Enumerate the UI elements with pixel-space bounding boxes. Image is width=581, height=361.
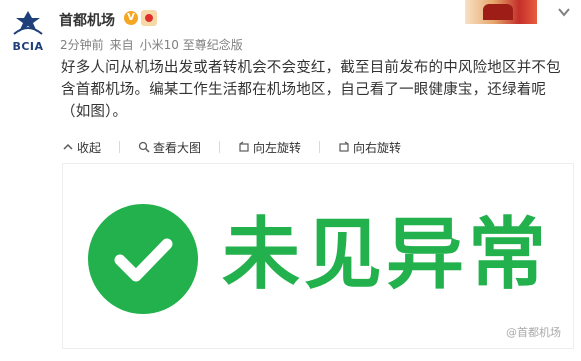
post-meta: 2分钟前 来自 小米10 至尊纪念版 [60, 36, 249, 53]
post-source[interactable]: 小米10 至尊纪念版 [140, 38, 243, 52]
avatar[interactable]: BCIA [6, 8, 50, 53]
image-toolbar: 收起 查看大图 向左旋转 向右旋转 [62, 136, 574, 158]
collapse-label: 收起 [77, 140, 102, 155]
post-text: 好多人问从机场出发或者转机会不会变红，截至目前发布的中风险地区并不包含首都机场。… [61, 60, 561, 120]
image-watermark: @首都机场 [506, 326, 561, 339]
check-circle-icon [88, 204, 198, 314]
verified-icon: V [124, 11, 138, 25]
rotate-left-label: 向左旋转 [253, 140, 302, 155]
magnify-icon [138, 141, 150, 153]
post-image[interactable]: 未见异常 @首都机场 [62, 163, 574, 349]
view-large-button[interactable]: 查看大图 [138, 139, 201, 156]
collapse-button[interactable]: 收起 [62, 139, 101, 156]
post-source-prefix: 来自 [109, 38, 134, 52]
username[interactable]: 首都机场 [59, 10, 115, 30]
rotate-left-icon [238, 141, 250, 153]
chevron-down-icon[interactable] [557, 4, 571, 18]
rotate-left-button[interactable]: 向左旋转 [238, 139, 301, 156]
post-time[interactable]: 2分钟前 [60, 38, 104, 52]
toolbar-divider [119, 141, 121, 153]
rotate-right-icon [338, 141, 350, 153]
health-status-text: 未见异常 [222, 210, 551, 300]
rotate-right-label: 向右旋转 [353, 140, 402, 155]
header-banner-image [465, 0, 537, 24]
member-badge-icon[interactable] [141, 10, 157, 26]
avatar-logo-text: BCIA [12, 40, 44, 53]
toolbar-divider [219, 141, 221, 153]
bcia-logo-icon [13, 11, 43, 35]
view-large-label: 查看大图 [153, 140, 202, 155]
collapse-icon [62, 141, 74, 153]
toolbar-divider [319, 141, 321, 153]
rotate-right-button[interactable]: 向右旋转 [338, 139, 401, 156]
